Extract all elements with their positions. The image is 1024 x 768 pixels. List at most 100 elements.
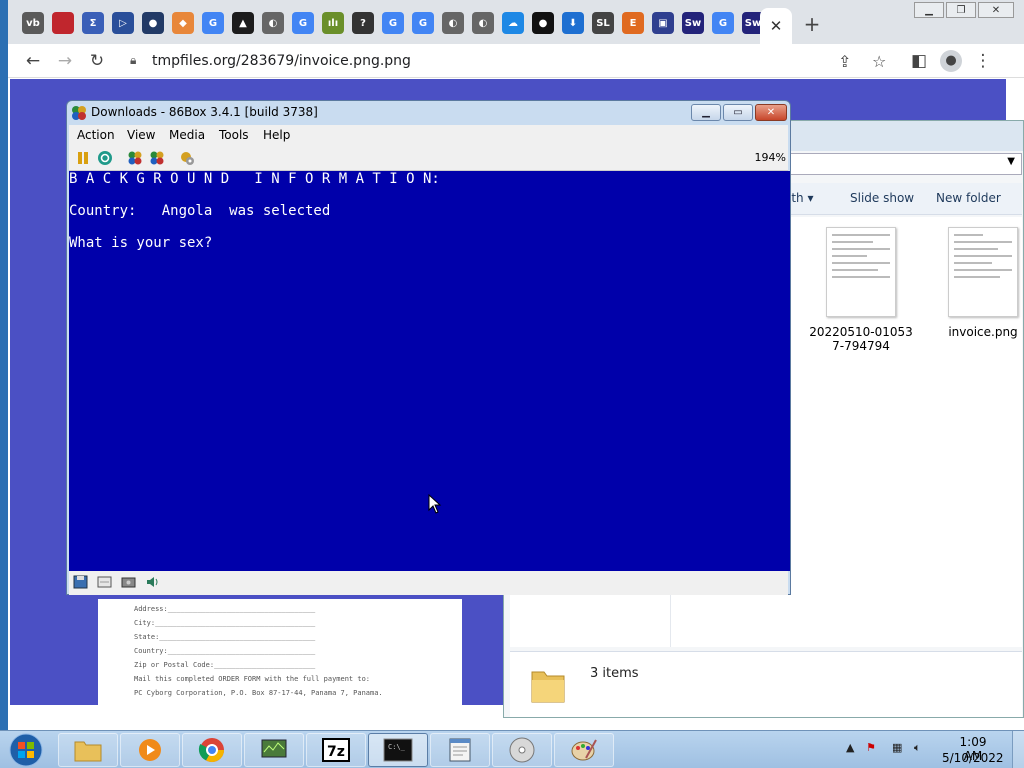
show-hidden-icons-icon[interactable]: ▲ xyxy=(846,741,854,754)
forward-button[interactable]: → xyxy=(54,50,76,72)
volume-icon[interactable]: 🔈︎ xyxy=(914,741,921,755)
command-prompt-icon: C:\_ xyxy=(383,738,413,762)
menu-media[interactable]: Media xyxy=(169,128,205,142)
share-icon[interactable]: ⇪ xyxy=(838,52,851,71)
maximize-button[interactable]: ▭ xyxy=(723,104,753,121)
profile-avatar-icon[interactable]: ● xyxy=(940,50,962,72)
pause-icon[interactable] xyxy=(75,150,91,166)
reload-button[interactable]: ↻ xyxy=(86,50,108,72)
file-thumbnail xyxy=(948,227,1018,317)
globe-favicon-icon[interactable]: ◐ xyxy=(472,12,494,34)
86box-title: Downloads - 86Box 3.4.1 [build 3738] xyxy=(91,105,318,119)
chrome-icon xyxy=(198,738,224,763)
globe-favicon-icon[interactable]: ◐ xyxy=(262,12,284,34)
side-panel-icon[interactable]: ◧ xyxy=(908,50,930,72)
settings-icon[interactable] xyxy=(179,150,195,166)
paint-palette-icon xyxy=(571,739,597,761)
taskbar-notepad-button[interactable] xyxy=(430,733,490,767)
red-square-favicon-icon[interactable] xyxy=(52,12,74,34)
floppy-favicon-icon[interactable]: ▣ xyxy=(652,12,674,34)
invoice-line: Mail this completed ORDER FORM with the … xyxy=(134,675,371,683)
zoom-level: 194% xyxy=(754,151,786,164)
file-item[interactable]: 20220510-010537-794794 xyxy=(806,227,916,353)
network-icon[interactable]: ▦ xyxy=(892,741,902,754)
menu-tools[interactable]: Tools xyxy=(219,128,249,142)
google-favicon-icon[interactable]: G xyxy=(292,12,314,34)
new-folder-button[interactable]: New folder xyxy=(936,191,1001,205)
sound-icon[interactable] xyxy=(145,575,160,589)
clock-date[interactable]: 5/10/2022 xyxy=(942,751,1004,765)
mouse-cursor-icon xyxy=(428,494,442,514)
sl-favicon-icon[interactable]: SL xyxy=(592,12,614,34)
invoice-line: Zip or Postal Code:_____________________… xyxy=(134,661,316,669)
taskbar-7zip-button[interactable]: 7z xyxy=(306,733,366,767)
play-favicon-icon[interactable]: ▷ xyxy=(112,12,134,34)
taskbar-explorer-button[interactable] xyxy=(58,733,118,767)
back-button[interactable]: ← xyxy=(22,50,44,72)
floppy-drive-icon[interactable] xyxy=(73,575,88,589)
invoice-line: City:___________________________________… xyxy=(134,619,316,627)
file-item[interactable]: invoice.png xyxy=(928,227,1024,339)
google-favicon-icon[interactable]: G xyxy=(412,12,434,34)
url-text[interactable]: tmpfiles.org/283679/invoice.png.png xyxy=(152,53,411,69)
menu-action[interactable]: Action xyxy=(77,128,115,142)
86box-titlebar[interactable]: Downloads - 86Box 3.4.1 [build 3738] ▁ ▭… xyxy=(67,101,790,125)
hard-reset-icon[interactable] xyxy=(97,150,113,166)
86box-window: Downloads - 86Box 3.4.1 [build 3738] ▁ ▭… xyxy=(66,100,791,595)
86box-menubar: Action View Media Tools Help xyxy=(69,125,788,145)
open-with-button[interactable]: ith ▾ xyxy=(788,191,813,205)
cdrom-drive-icon[interactable] xyxy=(97,575,112,589)
chevron-down-icon[interactable]: ▼ xyxy=(1007,156,1015,167)
menu-help[interactable]: Help xyxy=(263,128,290,142)
google-favicon-icon[interactable]: G xyxy=(712,12,734,34)
menu-view[interactable]: View xyxy=(127,128,155,142)
minimize-button[interactable]: ▁ xyxy=(914,2,944,18)
cloud-favicon-icon[interactable]: ☁ xyxy=(502,12,524,34)
vb-favicon-icon[interactable]: vb xyxy=(22,12,44,34)
hard-disk-icon[interactable] xyxy=(121,575,136,589)
chart-favicon-icon[interactable]: ılı xyxy=(322,12,344,34)
close-tab-icon[interactable]: ✕ xyxy=(770,17,783,35)
globe-dark-favicon-icon[interactable]: ● xyxy=(142,12,164,34)
ctrl-alt-del-icon[interactable] xyxy=(127,150,143,166)
menu-kebab-icon[interactable]: ⋮ xyxy=(972,50,994,72)
taskbar-paint-button[interactable] xyxy=(554,733,614,767)
google-favicon-icon[interactable]: G xyxy=(382,12,404,34)
folder-icon xyxy=(74,741,102,762)
taskbar-system-monitor-button[interactable] xyxy=(244,733,304,767)
taskbar-disc-button[interactable] xyxy=(492,733,552,767)
lock-icon: 🔒︎ xyxy=(130,53,137,67)
taskbar-chrome-button[interactable] xyxy=(182,733,242,767)
active-tab[interactable]: ✕ xyxy=(760,8,792,44)
taskbar-media-player-button[interactable] xyxy=(120,733,180,767)
invoice-line: PC Cyborg Corporation, P.O. Box 87-17-44… xyxy=(134,689,383,697)
sigma-favicon-icon[interactable]: Σ xyxy=(82,12,104,34)
google-favicon-icon[interactable]: G xyxy=(202,12,224,34)
bookmark-star-icon[interactable]: ☆ xyxy=(872,52,886,71)
maximize-button[interactable]: ❐ xyxy=(946,2,976,18)
invoice-line: Country:________________________________… xyxy=(134,647,316,655)
github-favicon-icon[interactable]: ● xyxy=(532,12,554,34)
slide-show-button[interactable]: Slide show xyxy=(850,191,914,205)
close-window-button[interactable]: ✕ xyxy=(978,2,1014,18)
invoice-line: State:__________________________________… xyxy=(134,633,316,641)
ctrl-alt-esc-icon[interactable] xyxy=(149,150,165,166)
diamond-favicon-icon[interactable]: ◆ xyxy=(172,12,194,34)
minimize-button[interactable]: ▁ xyxy=(691,104,721,121)
download-favicon-icon[interactable]: ⬇ xyxy=(562,12,584,34)
question-favicon-icon[interactable]: ? xyxy=(352,12,374,34)
start-button-icon[interactable] xyxy=(6,732,46,768)
action-center-icon[interactable]: ⚑ xyxy=(866,741,876,754)
globe-favicon-icon[interactable]: ◐ xyxy=(442,12,464,34)
show-desktop-button[interactable] xyxy=(1012,731,1024,768)
new-tab-button[interactable]: + xyxy=(802,12,822,36)
screen-line: B A C K G R O U N D I N F O R M A T I O … xyxy=(69,171,440,187)
sw-favicon-icon[interactable]: Sw xyxy=(682,12,704,34)
close-button[interactable]: ✕ xyxy=(755,104,787,121)
taskbar-cmd-button[interactable]: C:\_ xyxy=(368,733,428,767)
e-favicon-icon[interactable]: E xyxy=(622,12,644,34)
triangle-favicon-icon[interactable]: ▲ xyxy=(232,12,254,34)
media-player-icon xyxy=(139,739,161,761)
file-name: invoice.png xyxy=(948,325,1018,339)
address-bar[interactable]: 🔒︎ tmpfiles.org/283679/invoice.png.png ⇪… xyxy=(118,47,902,75)
